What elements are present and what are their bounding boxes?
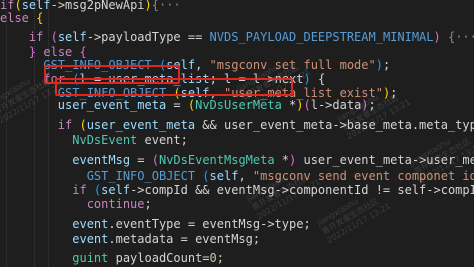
code-token: ) (361, 98, 369, 112)
code-line[interactable]: event.metadata = eventMsg; (0, 230, 260, 249)
code-token: = (130, 153, 152, 167)
code-token: .eventType = eventMsg->type; (108, 217, 311, 231)
code-token: ->payloadType == (86, 30, 210, 44)
code-token: ; (368, 98, 376, 112)
code-token: ( (43, 30, 58, 44)
code-token: ->msg2pNewApi (50, 0, 145, 12)
code-token: ( (151, 153, 159, 167)
code-token: { (28, 11, 44, 25)
code-token: if (57, 118, 73, 132)
code-token: NVDS_PAYLOAD_DEEPSTREAM_MINIMAL (209, 30, 434, 44)
code-token: l->data (310, 98, 362, 112)
code-line[interactable]: continue; (0, 195, 152, 214)
code-line[interactable]: NvDsEvent event; (0, 131, 188, 150)
code-line[interactable]: else { (0, 9, 43, 28)
code-token: ; (216, 251, 224, 265)
code-token: ) (433, 30, 441, 44)
code-token: = (166, 98, 188, 112)
code-token: ( (72, 118, 87, 132)
code-token: ( (187, 98, 196, 112)
code-token: 0 (209, 251, 217, 265)
code-token: self (57, 30, 87, 44)
code-token: NvDsEvent (72, 133, 138, 147)
code-token: && user_event_meta->base_meta.meta_type … (202, 118, 474, 132)
code-token: ) (144, 0, 152, 12)
code-token: * (274, 153, 290, 167)
code-token: ; (144, 197, 152, 211)
code-token: if (28, 30, 44, 44)
code-token: ->compId && eventMsg->componentId != sel… (130, 183, 474, 197)
code-token: eventMsg (72, 153, 131, 167)
code-token: user_event_meta (57, 98, 167, 112)
code-token: ; (390, 86, 398, 100)
code-token: else (0, 11, 29, 25)
code-token: event (72, 217, 109, 231)
code-line[interactable]: user_event_meta = (NvDsUserMeta *)(l->da… (0, 96, 376, 115)
code-token: ; (382, 58, 391, 72)
code-token: {··· (151, 0, 181, 12)
code-token: continue (86, 197, 145, 211)
code-line[interactable]: guint payloadCount=0; (0, 249, 224, 267)
code-token: * (281, 98, 297, 112)
code-token: payloadCount= (108, 251, 210, 265)
code-token: user_event_meta (86, 118, 196, 132)
code-token: guint (72, 251, 109, 265)
code-token: ( (303, 98, 311, 112)
highlight-box-log-line (55, 78, 293, 96)
code-token: event (72, 232, 109, 246)
code-token: user_event_meta->user_meta_data; (303, 153, 474, 167)
code-token: NvDsEventMsgMeta (158, 153, 275, 167)
code-token: event; (137, 133, 188, 147)
code-token: NvDsUserMeta (195, 98, 282, 112)
code-editor[interactable]: if(self->msg2pNewApi){··· else { if (self… (0, 0, 474, 267)
code-token: .metadata = eventMsg; (108, 232, 261, 246)
code-token: {··· (440, 30, 474, 44)
code-token: ) (375, 58, 383, 72)
